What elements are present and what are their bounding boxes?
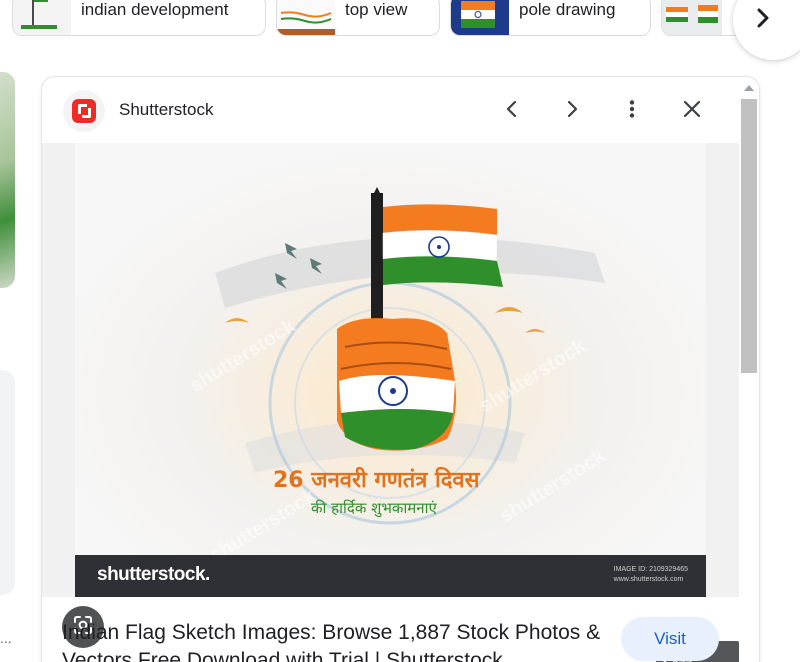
more-vert-icon bbox=[622, 99, 642, 124]
preview-image[interactable]: shutterstock shutterstock shutterstock s… bbox=[75, 143, 706, 597]
preview-image-area[interactable]: shutterstock shutterstock shutterstock s… bbox=[42, 143, 739, 662]
result-title-link[interactable]: Indian Flag Sketch Images: Browse 1,887 … bbox=[62, 619, 622, 662]
chevron-right-icon bbox=[751, 6, 775, 35]
preview-scrollbar[interactable] bbox=[741, 81, 757, 662]
image-id-label: IMAGE ID: 2109329465 bbox=[613, 566, 688, 573]
chip-label: pole drawing bbox=[519, 0, 616, 19]
shutterstock-logo-icon[interactable] bbox=[63, 90, 105, 132]
republic-day-illustration: shutterstock shutterstock shutterstock s… bbox=[75, 143, 706, 597]
chip-label: indian development bbox=[81, 0, 229, 19]
result-card-partial[interactable] bbox=[0, 370, 15, 595]
visit-button[interactable]: Visit bbox=[621, 617, 719, 661]
image-brand-bar: shutterstock. IMAGE ID: 2109329465 www.s… bbox=[75, 555, 706, 597]
image-subline: की हार्दिक शुभकामनाएं bbox=[311, 499, 437, 518]
next-image-button[interactable] bbox=[554, 93, 590, 129]
more-options-button[interactable] bbox=[614, 93, 650, 129]
chip-scroll-next-button[interactable] bbox=[733, 0, 800, 60]
flag-drawing-thumb bbox=[451, 0, 509, 35]
shutterstock-brand: shutterstock. bbox=[97, 564, 210, 585]
result-thumbnail-partial[interactable] bbox=[0, 72, 15, 288]
flag-pole-thumb bbox=[13, 0, 71, 35]
chip-pole-drawing[interactable]: pole drawing bbox=[450, 0, 651, 36]
image-id-url: www.shutterstock.com bbox=[613, 576, 684, 583]
chevron-left-icon bbox=[502, 99, 522, 124]
page: indian development top view pole drawing bbox=[0, 0, 800, 662]
site-name[interactable]: Shutterstock bbox=[119, 100, 214, 120]
previous-image-button[interactable] bbox=[494, 93, 530, 129]
scrollbar-thumb[interactable] bbox=[741, 99, 757, 373]
chip-indian-development[interactable]: indian development bbox=[12, 0, 266, 36]
image-headline: 26 जनवरी गणतंत्र दिवस bbox=[273, 466, 481, 493]
truncation-text: ... bbox=[0, 630, 12, 646]
image-id: IMAGE ID: 2109329465 www.shutterstock.co… bbox=[614, 565, 688, 585]
preview-header: Shutterstock bbox=[42, 77, 759, 143]
scroll-up-arrow[interactable] bbox=[744, 85, 754, 91]
flag-topview-thumb bbox=[277, 0, 335, 35]
chip-top-view[interactable]: top view bbox=[276, 0, 440, 36]
image-preview-panel: Shutterstock shutterstock shutterstock s… bbox=[41, 76, 760, 662]
close-preview-button[interactable] bbox=[674, 93, 710, 129]
chevron-right-icon bbox=[562, 99, 582, 124]
chip-label: top view bbox=[345, 0, 408, 19]
flag-tricolor-thumb bbox=[662, 0, 722, 35]
close-icon bbox=[682, 99, 702, 124]
